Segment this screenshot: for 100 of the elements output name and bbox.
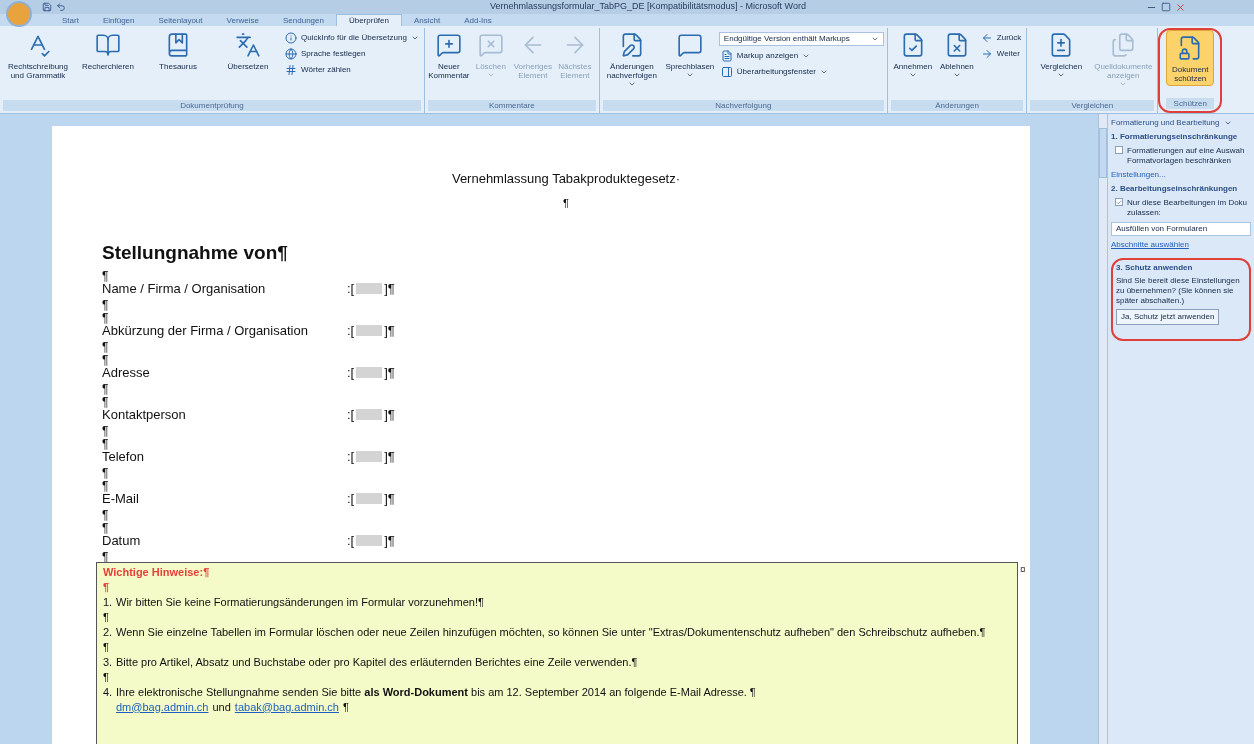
pane-title: Formatierung und Bearbeitung [1111, 118, 1220, 128]
paragraph-mark: ¶ [102, 352, 109, 367]
ribbon-button[interactable]: Überarbeitungsfenster [718, 66, 884, 78]
field-bracket: :[ [347, 447, 355, 466]
ribbon-tab[interactable]: Einfügen [90, 15, 147, 26]
field-bracket: ]¶ [384, 279, 395, 298]
list-number: 1. [103, 594, 114, 610]
email-link[interactable]: tabak@bag.admin.ch [234, 699, 339, 715]
field-bracket: :[ [347, 489, 355, 508]
paragraph-mark: ¶ [102, 549, 109, 564]
ribbon-tab[interactable]: Seitenlayout [146, 15, 215, 26]
ribbon-button[interactable]: Thesaurus [143, 28, 213, 73]
office-button[interactable] [6, 1, 32, 27]
cell-end-mark: ¤ [1020, 562, 1026, 577]
ribbon-button[interactable]: Vergleichen [1030, 28, 1093, 81]
ribbon-button[interactable]: Zurück [978, 32, 1024, 44]
settings-link[interactable]: Einstellungen... [1111, 170, 1251, 180]
note-text: und [212, 699, 231, 715]
ribbon-tab[interactable]: Verweise [214, 15, 271, 26]
paragraph-mark: ¶ [103, 610, 109, 623]
select-sections-link[interactable]: Abschnitte auswählen [1111, 240, 1251, 250]
form-input-field[interactable] [356, 367, 383, 378]
markup-dropdown[interactable]: Endgültige Version enthält Markups [718, 32, 884, 46]
checkbox-label: Formatierungen auf eine Auswah Formatvorlagen beschränken [1127, 146, 1246, 166]
form-input-field[interactable] [356, 409, 383, 420]
scroll-thumb[interactable] [1099, 128, 1107, 178]
ribbon-tab[interactable]: Ansicht [401, 15, 453, 26]
paragraph-mark: ¶ [102, 381, 109, 396]
ribbon-button[interactable]: Übersetzen [213, 28, 283, 73]
comment-delete-icon [477, 32, 504, 58]
caret-icon[interactable] [1223, 119, 1232, 127]
list-number: 2. [103, 624, 114, 640]
ribbon-button[interactable]: Neuer Kommentar [427, 28, 470, 82]
paragraph-mark: ¶ [102, 478, 109, 493]
form-input-field[interactable] [356, 493, 383, 504]
section-title: 1. Formatierungseinschränkunge [1111, 132, 1239, 142]
checkbox[interactable] [1115, 198, 1123, 206]
field-bracket: :[ [347, 321, 355, 340]
info-icon [285, 32, 297, 44]
globe-icon [285, 48, 297, 60]
field-bracket: :[ [347, 405, 355, 424]
ribbon-button[interactable]: Änderungen nachverfolgen [602, 28, 661, 90]
arrow-left-icon [980, 32, 993, 44]
ribbon-button[interactable]: Dokument schützen [1166, 30, 1215, 86]
ribbon-group-label: Änderungen [890, 100, 1024, 111]
ribbon-group-label: Kommentare [427, 100, 596, 111]
ribbon-button[interactable]: QuickInfo für die Übersetzung [283, 32, 421, 44]
ribbon-button[interactable]: Markup anzeigen [718, 50, 884, 62]
ribbon-tab[interactable]: Überprüfen [335, 14, 402, 26]
translate-icon [235, 32, 261, 58]
panel-icon [720, 66, 733, 78]
note-text: Bitte pro Artikel, Absatz und Buchstabe oder pro Kapitel des erläuternden Berichtes eine Zeile verwenden.¶ [116, 655, 638, 668]
ribbon-button[interactable]: Annehmen [890, 28, 935, 81]
window-title: Vernehmlassungsformular_TabPG_DE [Kompatibilitätsmodus] - Microsoft Word [490, 0, 806, 14]
ribbon-tab[interactable]: Add-Ins [452, 15, 504, 26]
list-number: 3. [103, 654, 114, 670]
ribbon-group-label: Dokumentprüfung [3, 100, 421, 111]
maximize-icon[interactable] [1161, 1, 1171, 12]
restriction-select[interactable]: Ausfüllen von Formularen [1111, 222, 1251, 236]
undo-icon[interactable] [56, 2, 66, 12]
arrow-right-icon [980, 48, 993, 60]
ribbon-button[interactable]: Ablehnen [934, 28, 979, 81]
ribbon-tab[interactable]: Start [50, 15, 91, 26]
checkbox[interactable] [1115, 146, 1123, 154]
field-bracket: ]¶ [384, 489, 395, 508]
paragraph-mark: ¶ [343, 699, 349, 715]
field-bracket: ]¶ [384, 447, 395, 466]
ribbon-tab[interactable]: Sendungen [271, 15, 336, 26]
close-icon[interactable] [1175, 1, 1186, 13]
speech-bubble-icon [676, 32, 703, 58]
vertical-scrollbar[interactable] [1098, 114, 1108, 744]
form-input-field[interactable] [356, 325, 383, 336]
ribbon-button[interactable]: Sprache festlegen [283, 48, 421, 60]
paragraph-mark: ¶ [102, 507, 109, 522]
form-input-field[interactable] [356, 283, 383, 294]
paragraph-mark: ¶ [102, 339, 109, 354]
ribbon-button[interactable]: Weiter [978, 48, 1024, 60]
field-bracket: :[ [347, 279, 355, 298]
ribbon-button[interactable]: Sprechblasen [660, 28, 719, 81]
save-icon[interactable] [42, 2, 52, 12]
ribbon-button[interactable]: Rechtschreibung und Grammatik [3, 28, 73, 82]
paragraph-mark: ¶ [102, 297, 109, 312]
book-icon [95, 32, 121, 58]
paragraph-mark: ¶ [103, 670, 109, 683]
section-title: 3. Schutz anwenden [1116, 263, 1194, 273]
ribbon-button[interactable]: Wörter zählen [283, 64, 421, 76]
paragraph-mark: ¶ [103, 580, 110, 593]
paragraph-mark: ¶ [102, 268, 109, 283]
field-bracket: ]¶ [384, 531, 395, 550]
paragraph-mark: ¶ [563, 197, 569, 209]
form-input-field[interactable] [356, 451, 383, 462]
apply-protection-button[interactable]: Ja, Schutz jetzt anwenden [1116, 309, 1220, 325]
paragraph-mark: ¶ [102, 310, 109, 325]
ribbon-group-label: Vergleichen [1030, 100, 1155, 111]
paragraph-mark: ¶ [102, 520, 109, 535]
email-link[interactable]: dm@bag.admin.ch [116, 699, 209, 715]
paragraph-mark: ¶ [102, 465, 109, 480]
form-input-field[interactable] [356, 535, 383, 546]
field-bracket: :[ [347, 363, 355, 382]
ribbon-button[interactable]: Recherchieren [73, 28, 143, 73]
